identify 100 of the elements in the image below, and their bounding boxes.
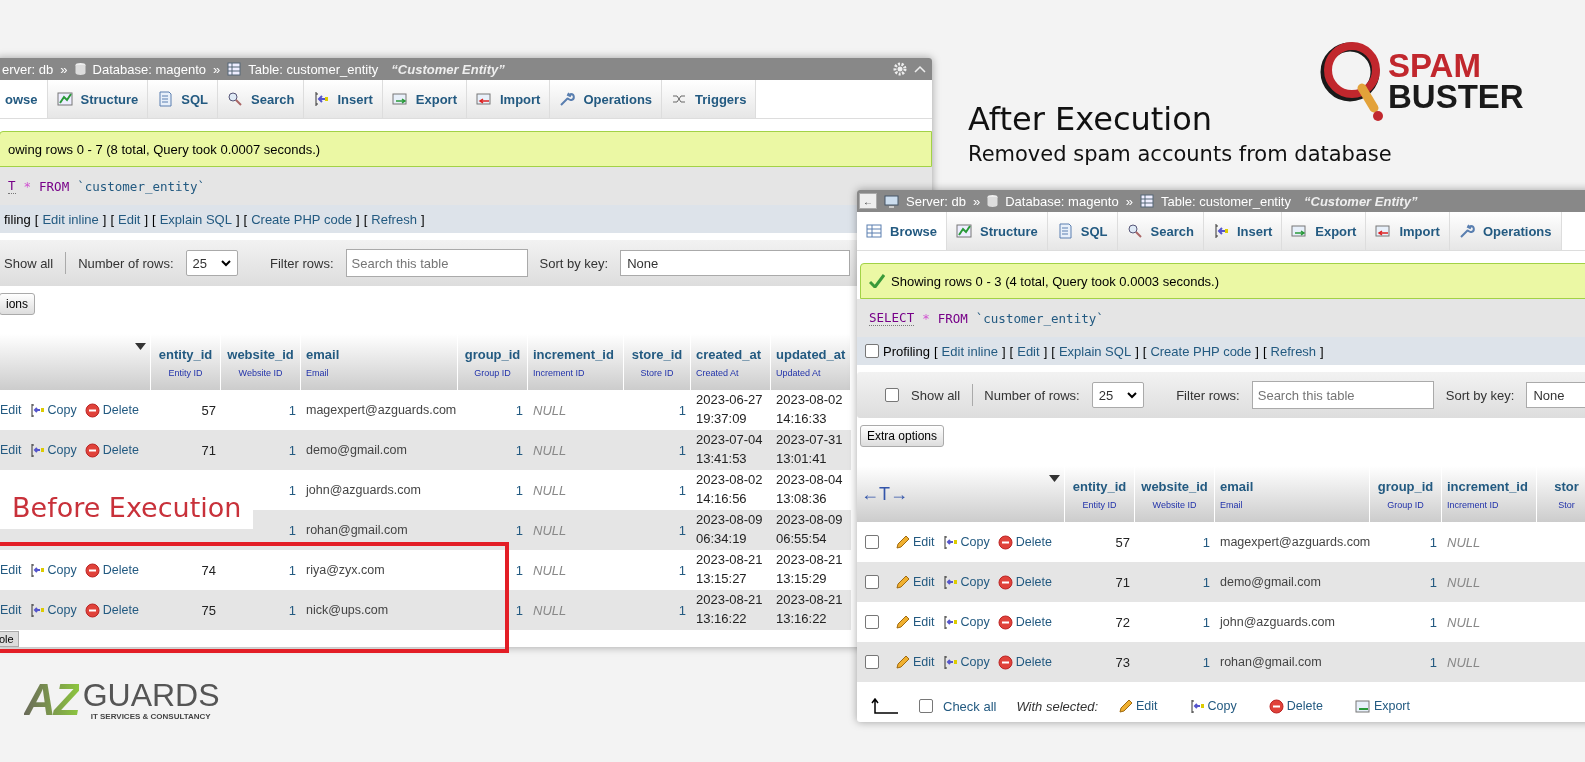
column-name[interactable]: increment_id [533, 346, 618, 362]
tab[interactable]: Operations [550, 80, 663, 118]
column-name[interactable]: email [1220, 478, 1364, 494]
action-link[interactable]: Export [1354, 698, 1410, 714]
action-link[interactable]: Delete [997, 534, 1052, 550]
breadcrumb-link[interactable]: Table: customer_entity [248, 61, 379, 77]
action-link[interactable]: Edit [895, 654, 935, 670]
rows-select[interactable]: 25 [1091, 382, 1145, 408]
checkbox[interactable] [865, 575, 879, 589]
tab[interactable]: Insert [304, 80, 383, 118]
profiling-label: filing [4, 211, 31, 227]
action-link[interactable]: Edit [0, 563, 22, 577]
minus-circle-icon [997, 654, 1013, 670]
breadcrumb-link[interactable]: erver: db [2, 61, 54, 77]
breadcrumb-link[interactable]: Server: db [906, 193, 966, 209]
column-name[interactable]: email [306, 346, 452, 362]
tab[interactable]: Operations [1449, 212, 1562, 250]
search-icon [1126, 223, 1143, 239]
rows-select[interactable]: 25 [185, 250, 238, 276]
tab[interactable]: SQL [1047, 212, 1118, 250]
column-name[interactable]: group_id [463, 346, 522, 362]
action-link[interactable]: Delete [84, 442, 139, 458]
action-link[interactable]: Delete [997, 614, 1052, 630]
tab[interactable]: Import [1366, 212, 1450, 250]
database-icon [987, 194, 999, 208]
link[interactable]: Refresh [371, 211, 417, 227]
breadcrumb-link[interactable]: Table: customer_entity [1160, 193, 1291, 209]
column-name[interactable]: created_at [696, 346, 765, 362]
table-cell: 1 [221, 590, 301, 630]
link[interactable]: Explain SQL [159, 211, 232, 227]
bracket: [ [110, 211, 114, 227]
column-name[interactable]: store_id [629, 346, 685, 362]
tab[interactable]: SQL [148, 80, 219, 118]
breadcrumb-link[interactable]: Database: magento [1005, 193, 1119, 209]
action-link[interactable]: Edit [0, 403, 22, 417]
breadcrumb-link[interactable]: Database: magento [92, 61, 206, 77]
column-name[interactable]: entity_id [156, 346, 215, 362]
column-name[interactable]: website_id [1140, 478, 1209, 494]
action-link[interactable]: Edit [1118, 698, 1158, 714]
action-link[interactable]: Delete [997, 574, 1052, 590]
action-link[interactable]: Copy [29, 562, 77, 578]
action-link[interactable]: Copy [942, 654, 990, 670]
action-link[interactable]: Edit [0, 443, 22, 457]
action-link[interactable]: Edit [895, 534, 935, 550]
link[interactable]: Edit [1017, 343, 1040, 359]
action-link[interactable]: Delete [84, 402, 139, 418]
checkbox[interactable] [865, 535, 879, 549]
extra-options-button[interactable]: ions [0, 293, 35, 315]
action-link[interactable]: Copy [29, 442, 77, 458]
check-all-link[interactable]: Check all [943, 698, 997, 714]
action-link[interactable]: Edit [0, 603, 22, 617]
action-link[interactable]: Edit [895, 614, 935, 630]
action-link[interactable]: Copy [942, 534, 990, 550]
action-link[interactable]: Copy [29, 402, 77, 418]
tab[interactable]: Export [1282, 212, 1367, 250]
tab[interactable]: Triggers [662, 80, 757, 118]
link[interactable]: Refresh [1270, 343, 1317, 359]
tab[interactable]: Structure [946, 212, 1048, 250]
action-link[interactable]: Delete [84, 562, 139, 578]
insert-icon [942, 574, 958, 590]
checkbox[interactable] [885, 388, 899, 402]
insert-icon [29, 602, 45, 618]
checkbox[interactable] [865, 344, 879, 358]
column-name[interactable]: group_id [1375, 478, 1436, 494]
tab[interactable]: Import [467, 80, 551, 118]
action-link[interactable]: Delete [84, 602, 139, 618]
column-name[interactable]: entity_id [1070, 478, 1129, 494]
sort-select[interactable]: None [620, 250, 851, 276]
tab[interactable]: Insert [1203, 212, 1283, 250]
pencil-icon [1118, 698, 1133, 714]
checkbox[interactable] [919, 699, 933, 713]
action-link[interactable]: Delete [1268, 698, 1323, 714]
tab[interactable]: Structure [47, 80, 149, 118]
console-button[interactable]: ole [0, 631, 19, 647]
search-field[interactable]: Search this table [1251, 381, 1434, 409]
link[interactable]: Edit inline [42, 211, 99, 227]
action-link[interactable]: Delete [997, 654, 1052, 670]
column-name[interactable]: website_id [226, 346, 295, 362]
action-link[interactable]: Copy [942, 574, 990, 590]
extra-options-button[interactable]: Extra options [860, 425, 945, 447]
column-name[interactable]: increment_id [1447, 478, 1531, 494]
checkbox[interactable] [865, 655, 879, 669]
column-name[interactable]: updated_at [776, 346, 845, 362]
tab[interactable]: Export [382, 80, 467, 118]
link[interactable]: Edit [118, 211, 141, 227]
link[interactable]: Create PHP code [1150, 343, 1252, 359]
action-link[interactable]: Copy [942, 614, 990, 630]
tab[interactable]: Search [1117, 212, 1204, 250]
sort-select[interactable]: None [1526, 382, 1585, 408]
action-link[interactable]: Copy [1189, 698, 1237, 714]
back-button[interactable]: ← [859, 193, 877, 209]
action-link[interactable]: Copy [29, 602, 77, 618]
link[interactable]: Explain SQL [1058, 343, 1132, 359]
tab[interactable]: Search [218, 80, 305, 118]
search-field[interactable]: Search this table [345, 249, 528, 277]
checkbox[interactable] [865, 615, 879, 629]
link[interactable]: Create PHP code [251, 211, 353, 227]
link[interactable]: Edit inline [941, 343, 998, 359]
action-link[interactable]: Edit [895, 574, 935, 590]
column-name[interactable]: stor [1542, 478, 1585, 494]
